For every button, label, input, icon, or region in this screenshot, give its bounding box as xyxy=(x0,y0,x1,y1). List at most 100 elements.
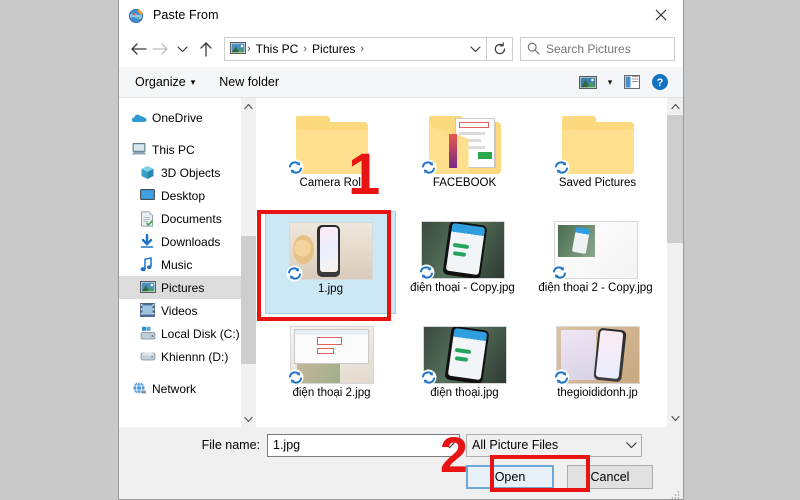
help-icon[interactable]: ? xyxy=(647,70,673,94)
sidebar-item-label: Music xyxy=(161,258,192,272)
file-item-thegioididonh-jp[interactable]: thegioididonh.jp xyxy=(531,316,664,421)
file-name-label: điện thoại.jpg xyxy=(406,387,524,400)
folder-open-icon xyxy=(429,116,501,174)
downloads-icon xyxy=(140,234,156,250)
file-list-scroll-thumb[interactable] xyxy=(667,115,683,243)
sync-badge-icon xyxy=(553,159,570,176)
chevron-down-icon: ▾ xyxy=(191,77,196,88)
organize-label: Organize xyxy=(135,75,186,89)
dialog-footer: File name: 1.jpg All Picture Files Open … xyxy=(119,427,683,499)
sidebar-item-desktop[interactable]: Desktop xyxy=(119,184,241,207)
pictures-icon xyxy=(140,280,156,296)
resize-grip-icon[interactable] xyxy=(670,487,680,497)
up-arrow-icon[interactable] xyxy=(193,36,219,62)
network-icon xyxy=(131,381,147,397)
documents-icon xyxy=(140,211,156,227)
recent-locations-chevron-icon[interactable] xyxy=(171,36,193,62)
sidebar-divider xyxy=(119,368,241,377)
refresh-icon[interactable] xyxy=(487,37,513,61)
removable-disk-icon xyxy=(140,349,156,365)
sidebar-item-this-pc[interactable]: This PC xyxy=(119,138,241,161)
sidebar-item-documents[interactable]: Documents xyxy=(119,207,241,230)
sidebar-item-videos[interactable]: Videos xyxy=(119,299,241,322)
videos-icon xyxy=(140,303,156,319)
file-item-1-jpg[interactable]: 1.jpg xyxy=(265,211,396,314)
file-item-dien-thoai-2-jpg[interactable]: điện thoại 2.jpg xyxy=(265,316,398,421)
file-name-input[interactable]: 1.jpg xyxy=(267,434,460,457)
file-name-value: 1.jpg xyxy=(273,438,300,452)
sidebar-item-label: Videos xyxy=(161,304,197,318)
thumbnail xyxy=(553,217,639,279)
address-dropdown-chevron-icon[interactable] xyxy=(464,45,486,53)
file-list-pane[interactable]: Camera Roll xyxy=(256,98,683,427)
sidebar-item-label: Network xyxy=(152,382,196,396)
file-item-dien-thoai-jpg[interactable]: điện thoại.jpg xyxy=(398,316,531,421)
file-item-saved-pictures[interactable]: Saved Pictures xyxy=(531,106,664,211)
sidebar-item-khiennn-d[interactable]: Khiennn (D:) xyxy=(119,345,241,368)
sidebar-item-label: Khiennn (D:) xyxy=(161,350,228,364)
button-row: Open Cancel xyxy=(119,464,683,490)
sidebar-item-label: Downloads xyxy=(161,235,220,249)
file-name-label: 1.jpg xyxy=(272,283,390,296)
search-placeholder: Search Pictures xyxy=(546,42,631,56)
scroll-up-icon[interactable] xyxy=(667,98,683,115)
organize-button[interactable]: Organize ▾ xyxy=(129,70,201,94)
chevron-down-icon[interactable] xyxy=(621,435,641,456)
close-icon[interactable] xyxy=(638,0,683,30)
sidebar-item-pictures[interactable]: Pictures xyxy=(119,276,241,299)
thumbnail xyxy=(555,322,641,384)
file-item-facebook[interactable]: FACEBOOK xyxy=(398,106,531,211)
sidebar-item-label: Local Disk (C:) xyxy=(161,327,240,341)
music-icon xyxy=(140,257,156,273)
breadcrumb-this-pc[interactable]: This PC xyxy=(252,42,303,56)
sidebar-item-3d-objects[interactable]: 3D Objects xyxy=(119,161,241,184)
address-bar[interactable]: › This PC › Pictures › xyxy=(224,37,487,61)
onedrive-cloud-icon xyxy=(131,110,147,126)
sidebar-scroll-track[interactable] xyxy=(241,114,256,411)
scroll-down-icon[interactable] xyxy=(667,410,683,427)
sidebar-item-network[interactable]: Network xyxy=(119,377,241,400)
preview-pane-icon[interactable] xyxy=(619,70,645,94)
navigation-pane: OneDrive This PC 3D Objects xyxy=(119,98,241,427)
sidebar-item-label: Pictures xyxy=(161,281,204,295)
search-icon xyxy=(527,42,540,55)
file-item-dien-thoai-copy-jpg[interactable]: điện thoại - Copy.jpg xyxy=(396,211,529,316)
back-arrow-icon[interactable] xyxy=(127,36,149,62)
file-name-label: FACEBOOK xyxy=(406,177,524,190)
sync-badge-icon xyxy=(286,265,303,282)
this-pc-icon xyxy=(131,142,147,158)
desktop-icon xyxy=(140,188,156,204)
thumbnail xyxy=(422,322,508,384)
thumbnail xyxy=(555,112,641,174)
new-folder-button[interactable]: New folder xyxy=(213,70,285,94)
breadcrumb-pictures[interactable]: Pictures xyxy=(308,42,359,56)
file-list-scroll-track[interactable] xyxy=(667,115,683,410)
forward-arrow-icon xyxy=(149,36,171,62)
scroll-down-icon[interactable] xyxy=(241,411,256,427)
file-type-filter-dropdown[interactable]: All Picture Files xyxy=(466,434,642,457)
cancel-button[interactable]: Cancel xyxy=(567,465,653,489)
sidebar-item-onedrive[interactable]: OneDrive xyxy=(119,106,241,129)
sidebar-scrollbar[interactable] xyxy=(241,98,256,427)
sidebar-item-local-disk-c[interactable]: Local Disk (C:) xyxy=(119,322,241,345)
sync-badge-icon xyxy=(551,264,568,281)
search-input[interactable]: Search Pictures xyxy=(520,37,675,61)
sidebar-scroll-thumb[interactable] xyxy=(241,236,256,364)
file-item-dien-thoai-2-copy-jpg[interactable]: điện thoại 2 - Copy.jpg xyxy=(529,211,662,316)
sidebar-item-label: Desktop xyxy=(161,189,205,203)
file-name-label: điện thoại - Copy.jpg xyxy=(404,282,522,295)
sidebar-item-label: 3D Objects xyxy=(161,166,220,180)
open-button[interactable]: Open xyxy=(466,465,554,489)
toolbar: Organize ▾ New folder ▾ xyxy=(119,67,683,98)
sidebar-item-downloads[interactable]: Downloads xyxy=(119,230,241,253)
thumbnail xyxy=(420,217,506,279)
window-title: Paste From xyxy=(153,8,219,22)
local-disk-icon xyxy=(140,326,156,342)
sync-badge-icon xyxy=(287,369,304,386)
view-mode-icon[interactable] xyxy=(575,70,601,94)
sidebar-item-music[interactable]: Music xyxy=(119,253,241,276)
sync-badge-icon xyxy=(420,159,437,176)
scroll-up-icon[interactable] xyxy=(241,98,256,114)
view-mode-dropdown-icon[interactable]: ▾ xyxy=(603,70,617,94)
file-list-scrollbar[interactable] xyxy=(667,98,683,427)
